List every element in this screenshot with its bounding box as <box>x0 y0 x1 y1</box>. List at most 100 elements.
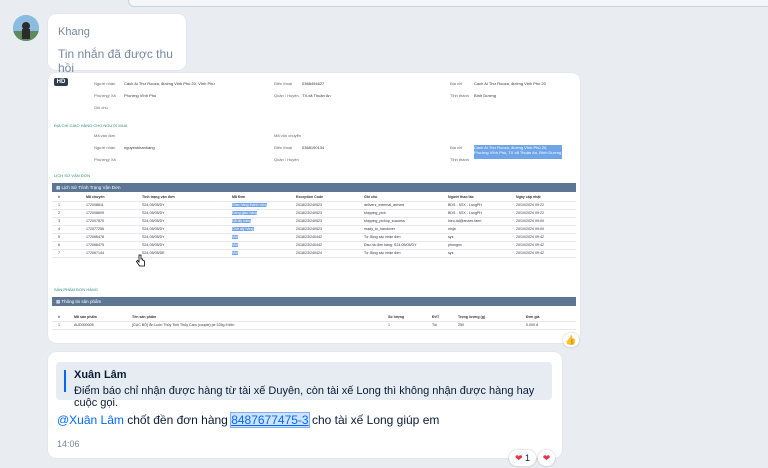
info-label: Quận / Huyện <box>274 93 299 98</box>
table-cell: Tự động xác nhận đơn <box>364 251 401 255</box>
table-cell: sys <box>448 235 454 239</box>
table-cell: ninja <box>448 227 456 231</box>
recalled-message-text: Tin nhắn đã được thu hồi <box>58 47 173 75</box>
table-cell: 20/10/2024 09:42 <box>516 235 544 239</box>
table-row[interactable]: 7 172067144 S24-05/05/DE Mới 2018/23/240424 T… <box>52 250 576 258</box>
add-reaction-button[interactable]: ❤ <box>538 450 555 466</box>
info-value: Phường Vĩnh Phú <box>124 93 157 98</box>
table-cell: shipping_pickup_success <box>364 219 405 223</box>
table-cell: 2018/23/240523 <box>296 211 322 215</box>
table-cell: 172008611 <box>86 203 104 207</box>
message-text: @Xuân Lâm chốt đền đơn hàng 8487677475-3… <box>57 412 440 428</box>
quote-bar <box>64 370 66 392</box>
table-cell: 20/10/2024 09:42 <box>516 243 544 247</box>
sender-name: Khang <box>58 26 90 38</box>
recalled-message-bubble[interactable]: Khang Tin nhắn đã được thu hồi <box>48 14 186 75</box>
table-cell: Exception Code <box>296 195 324 199</box>
info-value: 0368190134 <box>302 145 325 150</box>
table-cell: S24-05/05/DY <box>142 243 165 247</box>
info-label: Phường/ Xã <box>94 157 116 162</box>
message-text-part: chốt đền đơn hàng <box>123 413 232 427</box>
table-cell: AUD000005 <box>74 323 94 327</box>
table-header-row: # Mã chuyến Tình trạng vận đơn Mã Đơn Except… <box>52 194 576 202</box>
hand-cursor-icon <box>136 254 145 267</box>
table-cell: 1 <box>58 203 60 207</box>
info-value: nguyenkhanhang <box>124 145 155 150</box>
table-cell: Trọng lượng (g) <box>458 315 486 319</box>
message-text-part: cho tài xế Long giúp em <box>308 413 440 427</box>
table-row[interactable]: 3 172007870 S24-05/05/DY Đã lấy hàng 2018/23… <box>52 218 576 226</box>
table-cell: Mới <box>232 235 239 239</box>
reply-message-bubble[interactable]: Xuân Lâm Điểm báo chỉ nhận được hàng từ … <box>48 352 562 458</box>
like-icon[interactable]: 👍 <box>563 333 579 347</box>
quoted-message[interactable]: Xuân Lâm Điểm báo chỉ nhận được hàng từ … <box>56 362 552 409</box>
reaction-badge[interactable]: ❤ 1 <box>509 450 536 466</box>
avatar-image <box>13 15 39 41</box>
table-cell: Đang giao hàng <box>232 211 258 215</box>
table-cell: S24-05/05/DY <box>142 211 165 215</box>
chat-header-edge <box>128 0 768 7</box>
section-title: LỊCH SỬ VẬN ĐƠN <box>54 173 90 178</box>
info-value: Cách Ai Thư Rooza, đường Vĩnh Phú 20, Ph… <box>474 145 562 159</box>
info-label: Địa chỉ <box>450 81 463 86</box>
table-row[interactable]: 2 172008609 S24-05/05/DY Đang giao hàng 2018… <box>52 210 576 218</box>
info-label: Phường/ Xã <box>94 93 116 98</box>
table-header-row: # Mã sản phẩm Tên sản phẩm Số lượng ĐVT Trọng… <box>52 314 576 322</box>
section-title: ĐỊA CHỈ GIAO HÀNG CHO NGƯỜI MUA <box>54 123 128 128</box>
info-value: 0368494627 <box>302 81 325 86</box>
table-cell: 20/10/2024 09:22 <box>516 203 544 207</box>
table-cell: Đầu hà đơn hàng: S24-05/05/DY <box>364 243 417 247</box>
table-cell: 2 <box>58 211 60 215</box>
table-cell: # <box>58 315 60 319</box>
section-title: SẢN PHẨM ĐƠN HÀNG <box>54 287 98 292</box>
table-row[interactable]: 1 AUD000005 [CỤC BỘ] Ăn Luôn Thủy Tinh Thủ… <box>52 322 576 330</box>
table-cell: shipping_pick <box>364 211 386 215</box>
table-cell: Người thao tác <box>448 195 474 199</box>
info-label: Ghi chú <box>94 105 108 110</box>
info-label: Người nhận <box>94 145 116 150</box>
table-cell: Đã lấy hàng <box>232 219 252 223</box>
table-cell: 2018/23/240442 <box>296 243 322 247</box>
table-row[interactable]: 4 172077256 S24-05/05/DY Chờ lấy hàng 2018/2… <box>52 226 576 234</box>
mention-link[interactable]: @Xuân Lâm <box>57 413 124 427</box>
table-cell: 172008609 <box>86 211 104 215</box>
table-cell: 7 <box>58 251 60 255</box>
image-message-bubble[interactable]: HD Người nhận Cách Ai Thư Rooza, đường Vi… <box>48 73 580 343</box>
table-cell: Ghi chú <box>364 195 378 199</box>
table-row[interactable]: 5 172066478 S24-05/05/DY Mới 2018/23/240442 T… <box>52 234 576 242</box>
table-cell: # <box>58 195 60 199</box>
table-cell: Số lượng <box>388 315 405 319</box>
table-cell: 172066475 <box>86 243 104 247</box>
table-row[interactable]: 1 172008611 S24-05/05/DY Giao hàng thành cô… <box>52 202 576 210</box>
table-cell: 250 <box>458 323 464 327</box>
info-label: Địa chỉ <box>450 145 463 150</box>
table-cell: 20/10/2024 09:42 <box>516 251 544 255</box>
table-cell: Tình trạng vận đơn <box>142 195 175 199</box>
table-cell: 2018/23/240424 <box>296 251 322 255</box>
table-cell: 20/10/2024 09:00 <box>516 219 544 223</box>
table-cell: hieu.dd@enzen.farm <box>448 219 482 223</box>
table-cell: ready_to_handover <box>364 227 395 231</box>
order-code-link[interactable]: 8487677475-3 <box>230 412 310 428</box>
grid-header: ▦ Thông tin sản phẩm <box>52 297 576 306</box>
table-cell: sys <box>448 251 454 255</box>
quote-text: Điểm báo chỉ nhận được hàng từ tài xế Du… <box>74 385 535 409</box>
info-label: Quận / Huyện <box>274 157 299 162</box>
table-row[interactable]: 6 172066475 S24-05/05/DY Mới 2018/23/240442 Đ… <box>52 242 576 250</box>
info-value: Cách Ai Thư Rooza, đường Vinh Phú 20, Vĩ… <box>124 81 215 86</box>
table-cell: phongnv <box>448 243 462 247</box>
table-cell: Mới <box>232 243 239 247</box>
table-cell: S24-05/05/DY <box>142 235 165 239</box>
info-label: Mã vận đơn <box>94 133 116 138</box>
table-cell: 1 <box>58 323 60 327</box>
table-cell: S24-05/05/DY <box>142 219 165 223</box>
avatar[interactable] <box>13 15 39 41</box>
table-cell: Tên sản phẩm <box>132 315 157 319</box>
info-label: Tỉnh thành <box>450 157 469 162</box>
table-cell: 5 <box>58 235 60 239</box>
hd-badge: HD <box>54 78 68 86</box>
screenshot-image[interactable]: HD Người nhận Cách Ai Thư Rooza, đường Vi… <box>50 75 578 339</box>
table-cell: S24-05/05/DY <box>142 227 165 231</box>
message-time: 14:06 <box>57 439 80 449</box>
table-cell: Tự động xác nhận đơn <box>364 235 401 239</box>
